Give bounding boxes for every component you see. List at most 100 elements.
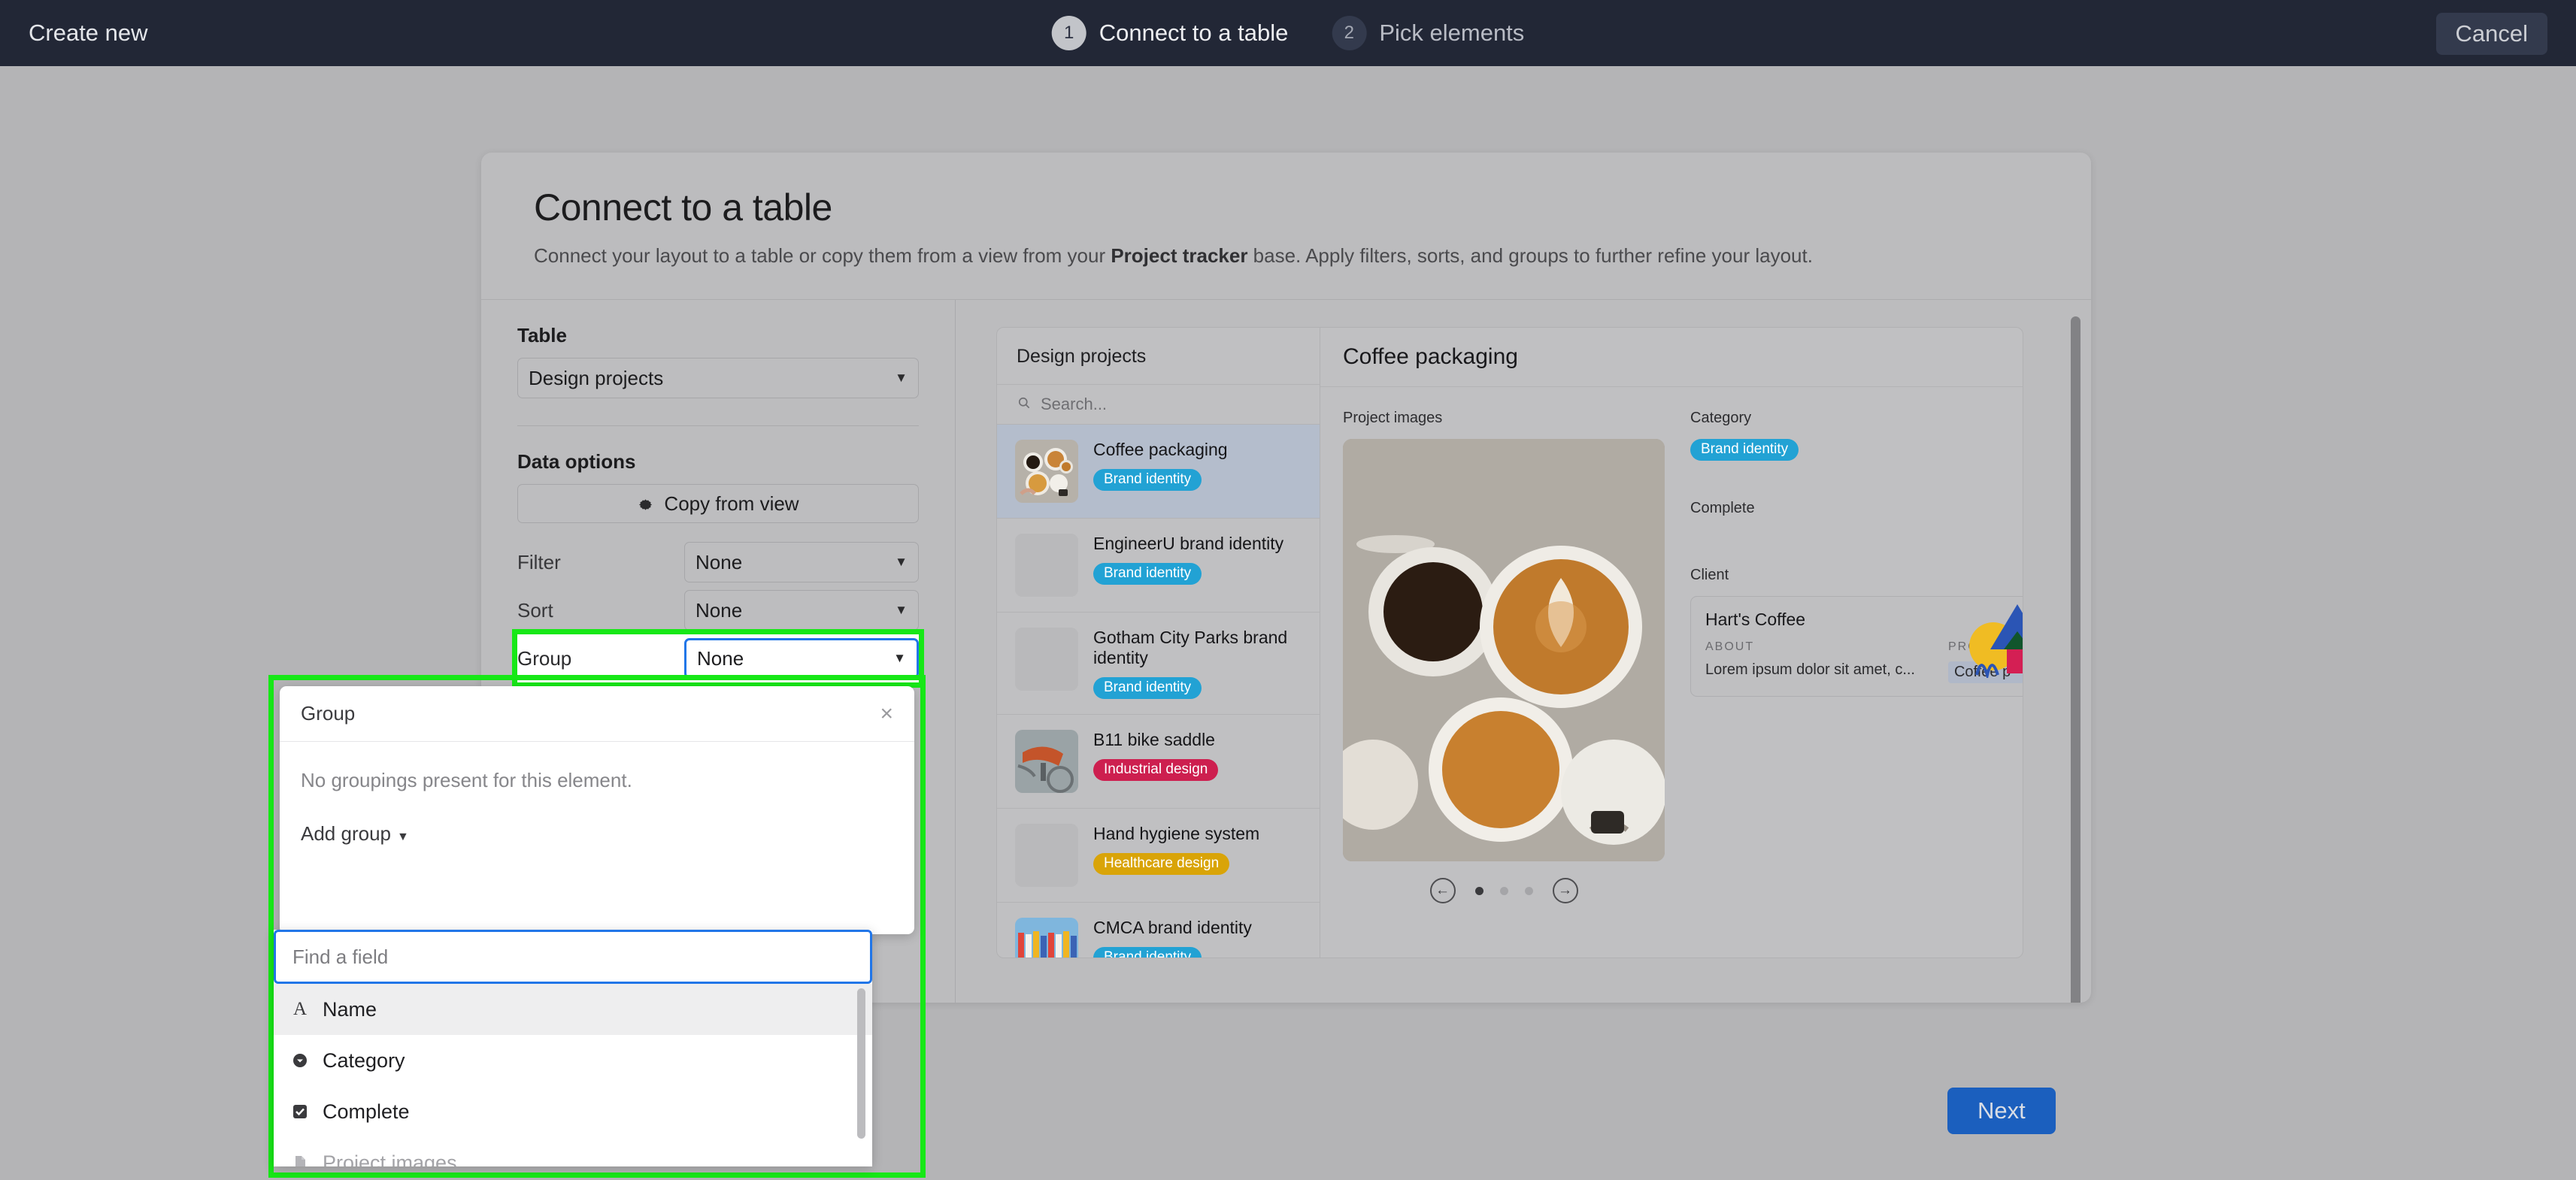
page-subtitle: Connect your layout to a table or copy t… xyxy=(534,243,2038,269)
preview-scrollbar[interactable] xyxy=(2071,316,2080,1003)
field-option-project-images[interactable]: Project images xyxy=(274,1137,872,1166)
category-label: Category xyxy=(1690,410,1752,427)
record-thumbnail xyxy=(1015,823,1078,887)
step-pick-elements[interactable]: 2 Pick elements xyxy=(1332,16,1524,50)
preview-list-item[interactable]: CMCA brand identity Brand identity xyxy=(997,903,1320,958)
record-category-pill: Brand identity xyxy=(1093,563,1202,585)
group-select-value: None xyxy=(697,646,744,670)
preview-list-item[interactable]: Hand hygiene system Healthcare design xyxy=(997,809,1320,903)
chevron-down-icon: ▼ xyxy=(895,371,908,386)
project-image xyxy=(1343,439,1665,862)
project-images-label: Project images xyxy=(1343,410,1443,427)
carousel-prev-icon[interactable]: ← xyxy=(1429,878,1456,904)
carousel-dot[interactable] xyxy=(1524,886,1533,895)
gear-icon xyxy=(637,495,654,513)
record-text: Hand hygiene system Healthcare design xyxy=(1093,824,1259,875)
preview-search-placeholder: Search... xyxy=(1041,395,1108,414)
record-name: Coffee packaging xyxy=(1093,440,1228,460)
step-connect-to-a-table[interactable]: 1 Connect to a table xyxy=(1051,16,1289,50)
category-value-pill: Brand identity xyxy=(1690,439,1799,461)
filter-label: Filter xyxy=(517,550,561,573)
field-picker-dropdown: Find a field A Name Category Complete Projec… xyxy=(274,930,872,1166)
field-option-name[interactable]: A Name xyxy=(274,984,872,1035)
chevron-down-icon: ▼ xyxy=(895,603,908,618)
preview-list-item[interactable]: Coffee packaging Brand identity xyxy=(997,425,1320,519)
cancel-button[interactable]: Cancel xyxy=(2435,13,2547,55)
form-divider xyxy=(517,425,919,427)
preview-list-item[interactable]: Gotham City Parks brand identity Brand id… xyxy=(997,613,1320,715)
search-icon xyxy=(1017,395,1032,414)
carousel-dot[interactable] xyxy=(1499,886,1508,895)
field-options-list: ANameCategoryCompleteProject imagesClien… xyxy=(274,984,872,1166)
create-new-title: Create new xyxy=(29,20,148,46)
preview-record-list: Design projects Search... Coffee packagi… xyxy=(997,328,1320,958)
preview-search-field[interactable]: Search... xyxy=(997,384,1320,425)
field-option-label: Category xyxy=(323,1048,405,1072)
record-thumbnail xyxy=(1015,440,1078,504)
preview-detail-body: Project images ← → Category Brand identi… xyxy=(1320,387,2023,926)
record-text: Coffee packaging Brand identity xyxy=(1093,440,1228,491)
step-1-label: Connect to a table xyxy=(1099,20,1289,46)
record-category-pill: Healthcare design xyxy=(1093,852,1230,875)
preview-detail-header: Coffee packaging xyxy=(1320,328,2023,388)
text-field-icon: A xyxy=(292,999,308,1019)
carousel-next-icon[interactable]: → xyxy=(1552,878,1578,904)
record-name: EngineerU brand identity xyxy=(1093,534,1284,554)
sort-row: Sort None ▼ xyxy=(517,586,919,634)
add-group-button[interactable]: Add group ▼ xyxy=(280,792,914,846)
copy-from-view-label: Copy from view xyxy=(664,492,799,515)
layout-preview: Design projects Search... Coffee packagi… xyxy=(996,327,2023,959)
record-thumbnail xyxy=(1015,628,1078,691)
next-button[interactable]: Next xyxy=(1947,1088,2056,1134)
record-category-pill: Brand identity xyxy=(1093,946,1202,958)
subtitle-pre: Connect your layout to a table or copy t… xyxy=(534,244,1111,267)
client-logo-icon xyxy=(1963,603,2023,681)
client-record-card[interactable]: Hart's Coffee ABOUT Lorem ipsum dolor si… xyxy=(1690,595,2023,697)
about-value: Lorem ipsum dolor sit amet, c... xyxy=(1705,661,1915,678)
coffee-photo xyxy=(1343,439,1665,862)
sort-select[interactable]: None ▼ xyxy=(684,590,919,631)
group-select[interactable]: None ▼ xyxy=(684,638,919,679)
field-option-label: Project images xyxy=(323,1151,457,1167)
find-a-field-input[interactable]: Find a field xyxy=(274,930,872,984)
record-name: CMCA brand identity xyxy=(1093,917,1252,937)
chevron-down-icon: ▼ xyxy=(895,555,908,570)
record-text: Gotham City Parks brand identity Brand id… xyxy=(1093,628,1302,699)
filter-select-value: None xyxy=(696,550,743,573)
table-select-value: Design projects xyxy=(529,366,664,389)
card-header: Connect to a table Connect your layout t… xyxy=(481,153,2091,299)
chevron-down-icon: ▼ xyxy=(893,651,906,666)
step-1-number: 1 xyxy=(1051,16,1086,50)
preview-list-item[interactable]: EngineerU brand identity Brand identity xyxy=(997,519,1320,613)
group-popup: Group × No groupings present for this el… xyxy=(280,686,914,934)
single-select-icon xyxy=(290,1052,310,1069)
client-label: Client xyxy=(1690,566,1729,583)
sort-label: Sort xyxy=(517,598,553,622)
preview-list-item[interactable]: B11 bike saddle Industrial design xyxy=(997,715,1320,809)
step-2-label: Pick elements xyxy=(1379,20,1525,46)
add-group-label: Add group xyxy=(301,822,391,845)
step-indicator: 1 Connect to a table 2 Pick elements xyxy=(1051,16,1524,50)
record-text: B11 bike saddle Industrial design xyxy=(1093,730,1219,781)
image-carousel-controls: ← → xyxy=(1343,878,1665,904)
table-label: Table xyxy=(517,324,567,347)
group-row: Group None ▼ xyxy=(512,629,924,688)
record-category-pill: Industrial design xyxy=(1093,758,1219,781)
preview-column: Design projects Search... Coffee packagi… xyxy=(956,300,2091,1003)
record-name: Hand hygiene system xyxy=(1093,823,1260,843)
preview-fields-column: Category Brand identity Complete Client … xyxy=(1690,410,2023,903)
field-option-complete[interactable]: Complete xyxy=(274,1086,872,1137)
copy-from-view-button[interactable]: Copy from view xyxy=(517,484,919,524)
top-bar: Create new 1 Connect to a table 2 Pick e… xyxy=(0,0,2576,66)
carousel-dot[interactable] xyxy=(1474,886,1483,895)
field-list-scrollbar[interactable] xyxy=(857,988,865,1139)
record-thumbnail xyxy=(1015,917,1078,958)
close-icon[interactable]: × xyxy=(880,702,893,725)
table-select[interactable]: Design projects ▼ xyxy=(517,358,919,399)
carousel-dots xyxy=(1474,886,1533,895)
attachment-icon xyxy=(290,1154,310,1166)
filter-select[interactable]: None ▼ xyxy=(684,542,919,583)
record-name: Gotham City Parks brand identity xyxy=(1093,628,1288,668)
field-option-category[interactable]: Category xyxy=(274,1035,872,1086)
record-text: EngineerU brand identity Brand identity xyxy=(1093,534,1283,585)
